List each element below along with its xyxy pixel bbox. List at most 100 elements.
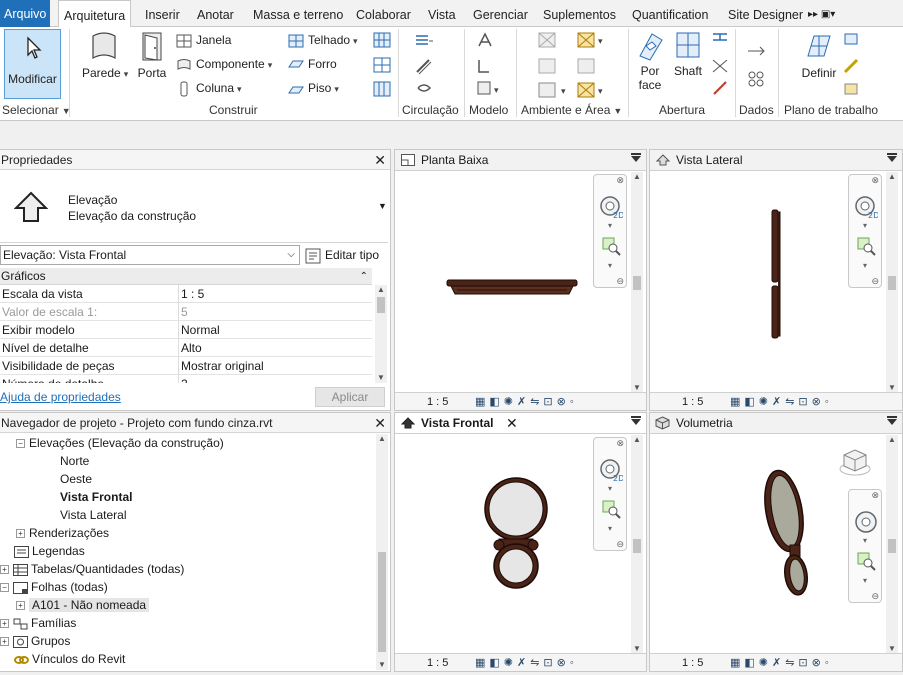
tab-massa-terreno[interactable]: Massa e terreno xyxy=(253,0,343,27)
editar-tipo-button[interactable]: Editar tipo xyxy=(305,244,379,266)
tab-vista[interactable]: Vista xyxy=(428,0,456,27)
datum-icons[interactable] xyxy=(746,41,766,91)
view-tab-planta-baixa[interactable]: Planta Baixa xyxy=(395,150,646,171)
tree-item-tabelas[interactable]: + Tabelas/Quantidades (todas) xyxy=(0,560,184,578)
view-control-icons[interactable]: ▦◧✺✗⇋⊡⊗◦ xyxy=(730,393,833,411)
zoom-icon[interactable] xyxy=(602,237,622,257)
curtain-grid-icons[interactable] xyxy=(373,32,391,100)
close-icon[interactable]: ⊗ xyxy=(871,490,879,501)
ambiente-area-panel-label[interactable]: Ambiente e Área ▼ xyxy=(521,103,622,117)
view-tab-volumetria[interactable]: Volumetria xyxy=(650,413,902,434)
view-scale[interactable]: 1 : 5 xyxy=(427,393,448,411)
chevron-down-icon[interactable]: ▾ xyxy=(608,484,612,493)
options-icon[interactable]: ⊖ xyxy=(616,276,624,287)
view-vista-frontal[interactable]: Vista Frontal ✕ ⊗ 2D ▾ ▾ ⊖ ▲ ▼ 1 : 5 ▦◧✺✗… xyxy=(394,412,647,672)
tab-anotar[interactable]: Anotar xyxy=(197,0,234,27)
opening-small-icons[interactable] xyxy=(711,32,729,100)
collapse-icon[interactable]: − xyxy=(16,439,25,449)
aplicar-button[interactable]: Aplicar xyxy=(315,387,385,407)
view-volumetria[interactable]: Volumetria ⊗ ▾ ▾ ⊖ ▲ ▼ 1 : 5 ▦◧✺✗⇋⊡⊗◦ xyxy=(649,412,903,672)
prop-row-exibir-modelo[interactable]: Exibir modelo Normal xyxy=(0,321,372,339)
porta-button[interactable]: Porta xyxy=(135,30,169,80)
type-selector[interactable]: Elevação Elevação da construção ▼ xyxy=(0,171,388,243)
chevron-down-icon[interactable]: ▼ xyxy=(378,201,387,211)
tree-item-legendas[interactable]: Legendas xyxy=(0,542,85,560)
tree-item-vista-frontal[interactable]: Vista Frontal xyxy=(60,488,132,506)
tree-item-a101[interactable]: + A101 - Não nomeada xyxy=(16,596,150,614)
expand-icon[interactable]: + xyxy=(0,637,9,647)
collapse-icon[interactable]: − xyxy=(0,583,9,593)
view-menu-icon[interactable] xyxy=(887,416,897,425)
tab-site-designer[interactable]: Site Designer xyxy=(728,0,803,27)
view-scrollbar[interactable]: ▲ ▼ xyxy=(631,435,643,654)
shaft-button[interactable]: Shaft xyxy=(671,30,705,78)
janela-button[interactable]: Janela xyxy=(176,30,231,50)
tab-overflow-icon[interactable]: ▸▸ ▣▾ xyxy=(808,0,835,27)
view-menu-icon[interactable] xyxy=(631,416,641,425)
navigation-bar[interactable]: ⊗ 2D ▾ ▾ ⊖ xyxy=(593,174,627,288)
close-icon[interactable]: ⊗ xyxy=(616,175,624,186)
mirror-front-geometry[interactable] xyxy=(481,473,551,591)
coluna-button[interactable]: Coluna ▾ xyxy=(176,78,242,98)
tab-quantification[interactable]: Quantification xyxy=(632,0,708,27)
tree-item-renderizacoes[interactable]: + Renderizações xyxy=(16,524,109,542)
modificar-button[interactable]: Modificar xyxy=(4,29,61,99)
view-planta-baixa[interactable]: Planta Baixa ⊗ 2D ▾ ▾ ⊖ ▲ ▼ 1 : 5 ▦◧✺✗⇋⊡⊗… xyxy=(394,149,647,411)
instance-selector[interactable]: Elevação: Vista Frontal ⌵ xyxy=(0,245,300,265)
chevron-down-icon[interactable]: ▾ xyxy=(863,536,867,545)
model-text-icons[interactable]: ▾ xyxy=(475,32,505,100)
tree-item-elevacoes[interactable]: − Elevações (Elevação da construção) xyxy=(16,434,224,452)
view-menu-icon[interactable] xyxy=(631,153,641,162)
view-control-icons[interactable]: ▦◧✺✗⇋⊡⊗◦ xyxy=(475,654,578,672)
tab-inserir[interactable]: Inserir xyxy=(145,0,180,27)
properties-scrollbar[interactable]: ▲ ▼ xyxy=(375,285,387,383)
navigation-bar[interactable]: ⊗ 2D ▾ ▾ ⊖ xyxy=(593,437,627,551)
prop-row-nivel-detalhe[interactable]: Nível de detalhe Alto xyxy=(0,339,372,357)
tree-item-oeste[interactable]: Oeste xyxy=(60,470,92,488)
tab-arquivo[interactable]: Arquivo xyxy=(0,0,51,27)
circulation-icons[interactable] xyxy=(414,32,434,100)
forro-button[interactable]: Forro xyxy=(288,54,337,74)
componente-button[interactable]: Componente ▾ xyxy=(176,54,272,74)
steering-wheel-icon[interactable]: 2D xyxy=(854,195,878,219)
tree-item-grupos[interactable]: + Grupos xyxy=(0,632,70,650)
steering-wheel-icon[interactable]: 2D xyxy=(599,195,623,219)
tab-colaborar[interactable]: Colaborar xyxy=(356,0,411,27)
prop-row-numero-detalhe[interactable]: Número de detalhe2 xyxy=(0,375,372,383)
close-icon[interactable]: ✕ xyxy=(374,414,386,432)
view-tab-vista-frontal[interactable]: Vista Frontal ✕ xyxy=(395,413,646,434)
options-icon[interactable]: ⊖ xyxy=(871,591,879,602)
tab-arquitetura[interactable]: Arquitetura xyxy=(58,0,132,28)
zoom-icon[interactable] xyxy=(602,500,622,520)
workplane-small-icons[interactable] xyxy=(843,32,861,100)
options-icon[interactable]: ⊖ xyxy=(871,276,879,287)
expand-icon[interactable]: + xyxy=(0,565,9,575)
view-tab-vista-lateral[interactable]: Vista Lateral xyxy=(650,150,902,171)
mirror-side-geometry[interactable] xyxy=(768,208,784,342)
prop-row-escala[interactable]: Escala da vista 1 : 5 xyxy=(0,285,372,303)
options-icon[interactable]: ⊖ xyxy=(616,539,624,550)
chevron-down-icon[interactable]: ▾ xyxy=(608,261,612,270)
tab-gerenciar[interactable]: Gerenciar xyxy=(473,0,528,27)
view-control-icons[interactable]: ▦◧✺✗⇋⊡⊗◦ xyxy=(730,654,833,672)
view-scale[interactable]: 1 : 5 xyxy=(682,393,703,411)
tree-item-familias[interactable]: + Famílias xyxy=(0,614,76,632)
view-scrollbar[interactable]: ▲ ▼ xyxy=(631,172,643,393)
piso-button[interactable]: Piso ▾ xyxy=(288,78,339,98)
tab-suplementos[interactable]: Suplementos xyxy=(543,0,616,27)
chevron-down-icon[interactable]: ▾ xyxy=(863,261,867,270)
chevron-down-icon[interactable]: ▾ xyxy=(608,221,612,230)
tree-item-vista-lateral[interactable]: Vista Lateral xyxy=(60,506,127,524)
expand-icon[interactable]: + xyxy=(16,601,25,611)
view-vista-lateral[interactable]: Vista Lateral ⊗ 2D ▾ ▾ ⊖ ▲ ▼ 1 : 5 ▦◧✺✗⇋⊡… xyxy=(649,149,903,411)
mirror-plan-geometry[interactable] xyxy=(445,278,580,300)
room-area-icons[interactable]: ▾ ▾ ▾ xyxy=(538,32,608,100)
browser-scrollbar[interactable]: ▲ ▼ xyxy=(376,434,388,670)
tree-item-norte[interactable]: Norte xyxy=(60,452,89,470)
tree-item-folhas[interactable]: − Folhas (todas) xyxy=(0,578,108,596)
zoom-icon[interactable] xyxy=(857,552,877,572)
steering-wheel-icon[interactable] xyxy=(854,510,878,534)
zoom-icon[interactable] xyxy=(857,237,877,257)
view-scale[interactable]: 1 : 5 xyxy=(427,654,448,672)
prop-row-visibilidade[interactable]: Visibilidade de peças Mostrar original xyxy=(0,357,372,375)
